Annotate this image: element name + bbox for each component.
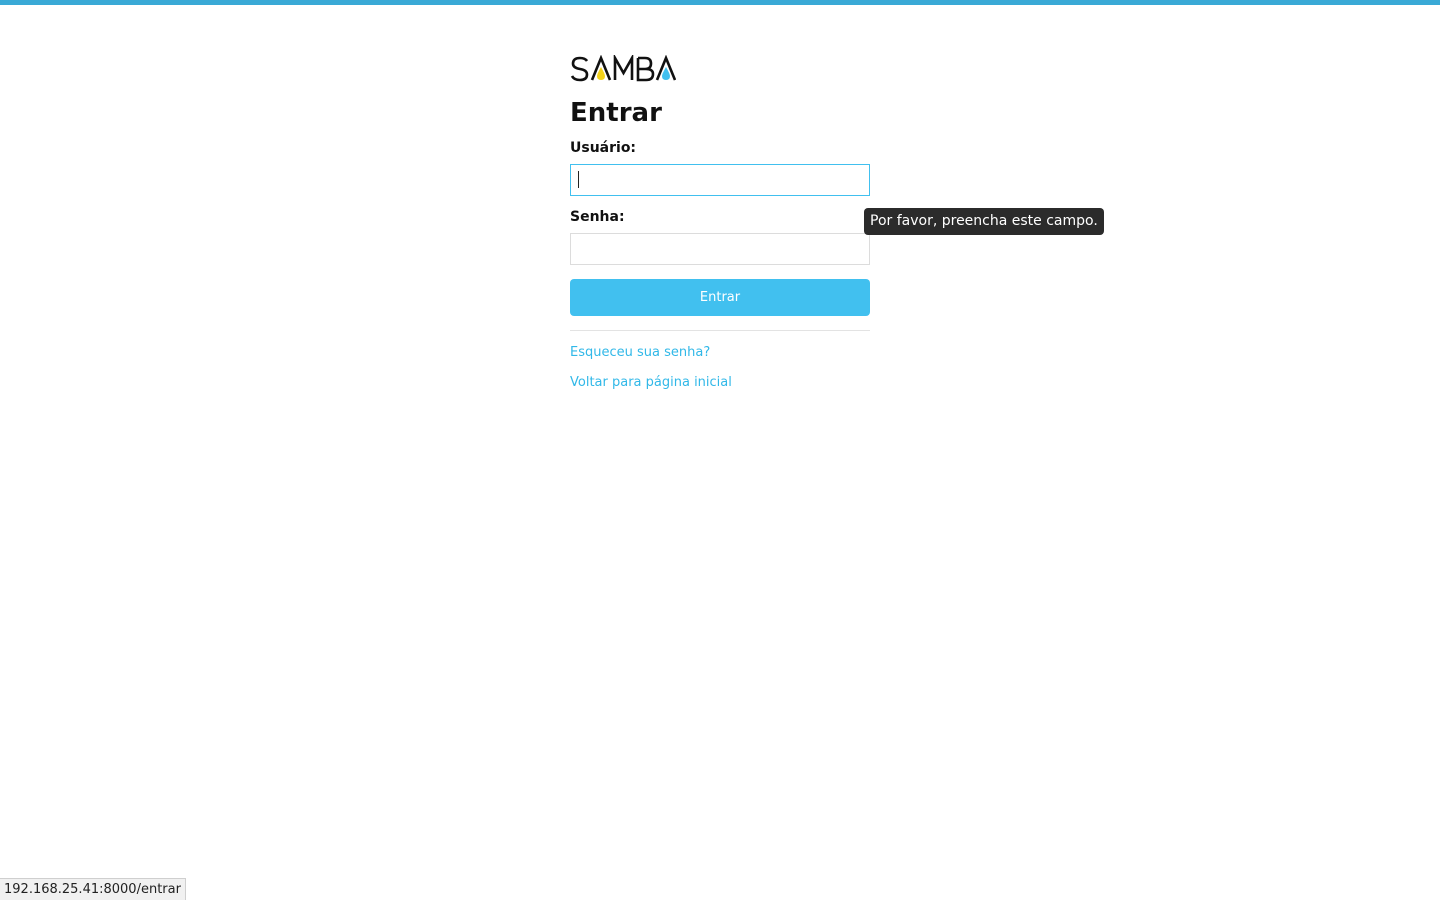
validation-tooltip: Por favor, preencha este campo. [864,208,1104,235]
login-button[interactable]: Entrar [570,279,870,316]
samba-logo [570,55,676,82]
status-bar-url: 192.168.25.41:8000/entrar [0,878,186,900]
forgot-password-link[interactable]: Esqueceu sua senha? [570,344,870,362]
username-field-wrapper [570,164,870,196]
username-label: Usuário: [570,140,637,156]
top-accent-bar [0,0,1440,5]
login-panel: Entrar Usuário: Senha: Entrar Esqueceu s… [570,55,870,392]
text-caret [578,171,579,188]
page-title: Entrar [570,98,662,128]
divider [570,330,870,331]
password-input[interactable] [570,233,870,265]
password-label: Senha: [570,209,625,225]
back-home-link[interactable]: Voltar para página inicial [570,374,870,392]
username-input[interactable] [570,164,870,196]
